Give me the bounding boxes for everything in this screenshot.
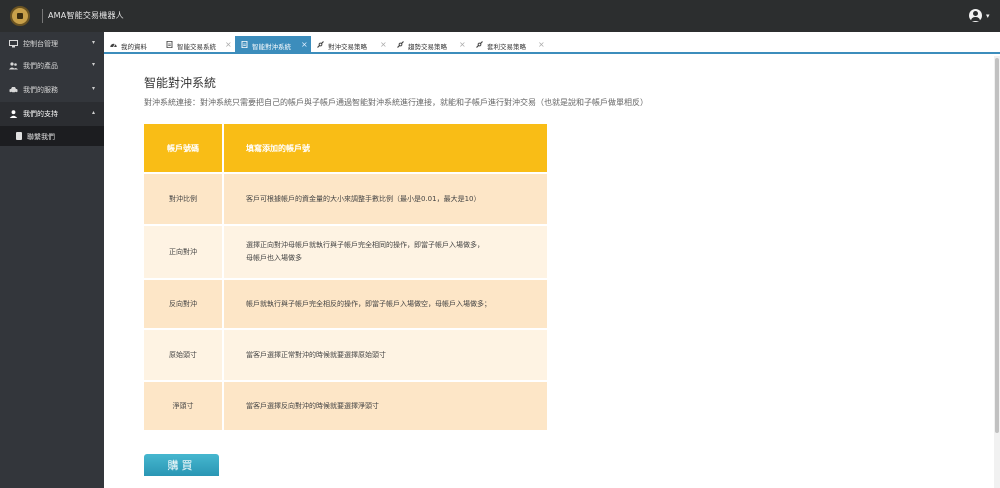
table-header-col2: 填寫添加的帳戶號 bbox=[246, 143, 310, 153]
table-cell-desc-line1: 選擇正向對沖母帳戶就執行與子帳戶完全相同的操作，即當子帳戶入場做多， bbox=[246, 241, 484, 249]
tab-label: 對沖交易策略 bbox=[328, 43, 367, 51]
brand-logo[interactable] bbox=[10, 6, 30, 26]
table-cell-desc: 客戶可根據帳戶的資金量的大小來調整手數比例（最小是0.01，最大是10） bbox=[246, 194, 481, 203]
close-tab-icon[interactable]: × bbox=[225, 40, 232, 49]
table-row: 反向對沖 帳戶就執行與子帳戶完全相反的操作，即當子帳戶入場做空，母帳戶入場做多； bbox=[144, 280, 547, 330]
table-cell-name: 原始頭寸 bbox=[144, 330, 224, 380]
table-header-col1: 帳戶號碼 bbox=[144, 124, 224, 172]
tab-label: 智能對沖系統 bbox=[252, 43, 291, 51]
tab-my-profile[interactable]: 我的資料 bbox=[104, 36, 160, 54]
connect-icon bbox=[317, 41, 324, 48]
desktop-icon bbox=[9, 40, 18, 48]
title-divider bbox=[42, 9, 43, 23]
sidebar-item-products[interactable]: 我們的產品 ▾ bbox=[0, 54, 104, 78]
close-tab-icon[interactable]: × bbox=[459, 40, 466, 49]
tab-bar: 我的資料 智能交易系統 × 智能對沖系統 × 對沖交易策略 × 趨勢交易策略 ×… bbox=[104, 36, 1000, 54]
chevron-down-icon: ▾ bbox=[92, 85, 96, 92]
app-title: AMA智能交易機器人 bbox=[48, 11, 124, 20]
car-icon bbox=[9, 87, 18, 94]
table-cell-desc-line2: 母帳戶也入場做多 bbox=[246, 254, 302, 262]
table-cell-name: 對沖比例 bbox=[144, 174, 224, 224]
table-row: 原始頭寸 當客戶選擇正常對沖的時候就要選擇原始頭寸 bbox=[144, 330, 547, 382]
page-title: 智能對沖系統 bbox=[144, 76, 217, 90]
tab-hedging-strategy[interactable]: 對沖交易策略 × bbox=[311, 36, 391, 54]
main-content: 智能對沖系統 對沖系統連接：對沖系統只需要把自己的帳戶與子帳戶通過智能對沖系統進… bbox=[104, 56, 994, 488]
sidebar-subitem-label: 聯繫我們 bbox=[27, 133, 55, 141]
table-cell-name: 反向對沖 bbox=[144, 280, 224, 328]
sidebar-item-dashboard-management[interactable]: 控制台管理 ▾ bbox=[0, 32, 104, 56]
sidebar-item-support[interactable]: 我們的支持 ▴ bbox=[0, 102, 104, 126]
sidebar-item-label: 控制台管理 bbox=[23, 40, 58, 48]
file-icon bbox=[166, 41, 173, 48]
user-menu-caret-icon[interactable]: ▾ bbox=[986, 12, 990, 20]
buy-button[interactable]: 購買 bbox=[144, 454, 219, 476]
close-tab-icon[interactable]: × bbox=[380, 40, 387, 49]
close-tab-icon[interactable]: × bbox=[538, 40, 545, 49]
tab-label: 我的資料 bbox=[121, 43, 147, 51]
tab-smart-trading-system[interactable]: 智能交易系統 × bbox=[160, 36, 235, 54]
dashboard-icon bbox=[110, 43, 117, 48]
top-navbar: AMA智能交易機器人 ▾ bbox=[0, 0, 1000, 32]
file-icon bbox=[16, 132, 22, 140]
table-cell-desc: 選擇正向對沖母帳戶就執行與子帳戶完全相同的操作，即當子帳戶入場做多， 母帳戶也入… bbox=[224, 226, 547, 278]
table-row: 對沖比例 客戶可根據帳戶的資金量的大小來調整手數比例（最小是0.01，最大是10… bbox=[144, 174, 547, 226]
chevron-up-icon: ▴ bbox=[92, 109, 96, 116]
table-row: 正向對沖 選擇正向對沖母帳戶就執行與子帳戶完全相同的操作，即當子帳戶入場做多， … bbox=[144, 226, 547, 280]
table-cell-name: 正向對沖 bbox=[144, 226, 224, 278]
sidebar-item-label: 我們的產品 bbox=[23, 62, 58, 70]
page-description: 對沖系統連接：對沖系統只需要把自己的帳戶與子帳戶通過智能對沖系統進行連接，就能和… bbox=[144, 98, 648, 107]
user-icon bbox=[9, 110, 18, 118]
table-row: 淨頭寸 當客戶選擇反向對沖的時候就要選擇淨頭寸 bbox=[144, 382, 547, 432]
sidebar: 控制台管理 ▾ 我們的產品 ▾ 我們的服務 ▾ 我們的支持 ▴ 聯繫我們 bbox=[0, 32, 104, 488]
user-account-icon[interactable] bbox=[969, 9, 982, 22]
chevron-down-icon: ▾ bbox=[92, 39, 96, 46]
sidebar-subitem-contact-us[interactable]: 聯繫我們 bbox=[0, 126, 104, 146]
table-header-row: 帳戶號碼 填寫添加的帳戶號 bbox=[144, 124, 547, 174]
tab-label: 智能交易系統 bbox=[177, 43, 216, 51]
sidebar-item-services[interactable]: 我們的服務 ▾ bbox=[0, 78, 104, 102]
users-icon bbox=[9, 62, 18, 70]
sidebar-item-label: 我們的服務 bbox=[23, 86, 58, 94]
connect-icon bbox=[397, 41, 404, 48]
tab-label: 趨勢交易策略 bbox=[408, 43, 447, 51]
hedging-options-table: 帳戶號碼 填寫添加的帳戶號 對沖比例 客戶可根據帳戶的資金量的大小來調整手數比例… bbox=[144, 124, 547, 432]
chevron-down-icon: ▾ bbox=[92, 61, 96, 68]
content-scrollbar[interactable] bbox=[994, 56, 1000, 488]
sidebar-item-label: 我們的支持 bbox=[23, 110, 58, 118]
tab-label: 套利交易策略 bbox=[487, 43, 526, 51]
tab-smart-hedging-system[interactable]: 智能對沖系統 × bbox=[235, 36, 311, 54]
table-cell-desc: 當客戶選擇正常對沖的時候就要選擇原始頭寸 bbox=[246, 350, 386, 359]
close-tab-icon[interactable]: × bbox=[301, 40, 308, 49]
scrollbar-thumb[interactable] bbox=[995, 58, 999, 433]
table-cell-desc: 當客戶選擇反向對沖的時候就要選擇淨頭寸 bbox=[246, 401, 379, 410]
table-cell-desc: 帳戶就執行與子帳戶完全相反的操作，即當子帳戶入場做空，母帳戶入場做多； bbox=[246, 299, 491, 308]
table-cell-name: 淨頭寸 bbox=[144, 382, 224, 430]
connect-icon bbox=[476, 41, 483, 48]
file-icon bbox=[241, 41, 248, 48]
tab-arbitrage-strategy[interactable]: 套利交易策略 × bbox=[470, 36, 550, 54]
tab-trend-strategy[interactable]: 趨勢交易策略 × bbox=[391, 36, 470, 54]
